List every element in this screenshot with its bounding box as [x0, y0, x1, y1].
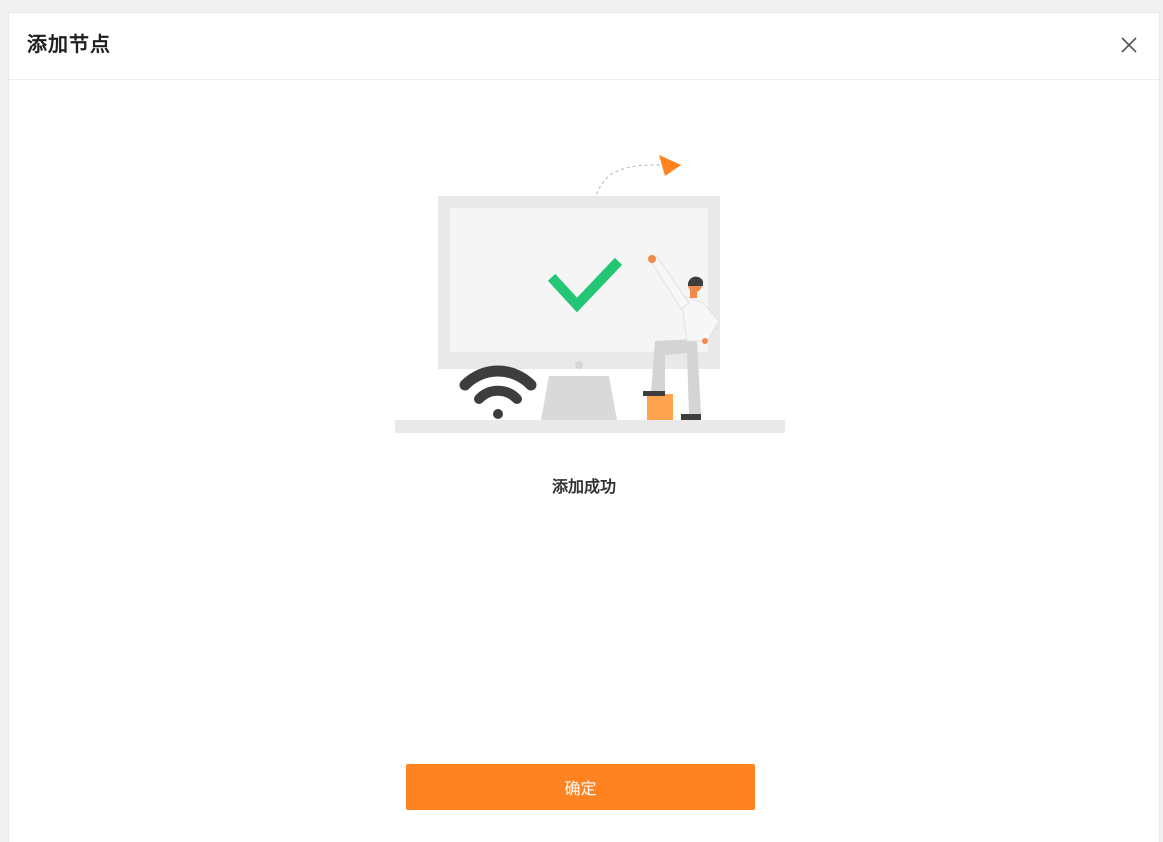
close-icon	[1121, 37, 1137, 53]
paper-plane-icon	[659, 155, 681, 176]
add-node-dialog: 添加节点 添加成功 确定	[8, 12, 1160, 842]
confirm-button[interactable]: 确定	[406, 764, 755, 810]
dialog-header: 添加节点	[9, 13, 1159, 80]
dialog-title: 添加节点	[27, 32, 111, 56]
status-text: 添加成功	[551, 477, 616, 496]
wifi-icon	[459, 365, 537, 419]
desk	[395, 420, 785, 433]
success-illustration	[395, 155, 785, 433]
close-button[interactable]	[1115, 31, 1143, 59]
